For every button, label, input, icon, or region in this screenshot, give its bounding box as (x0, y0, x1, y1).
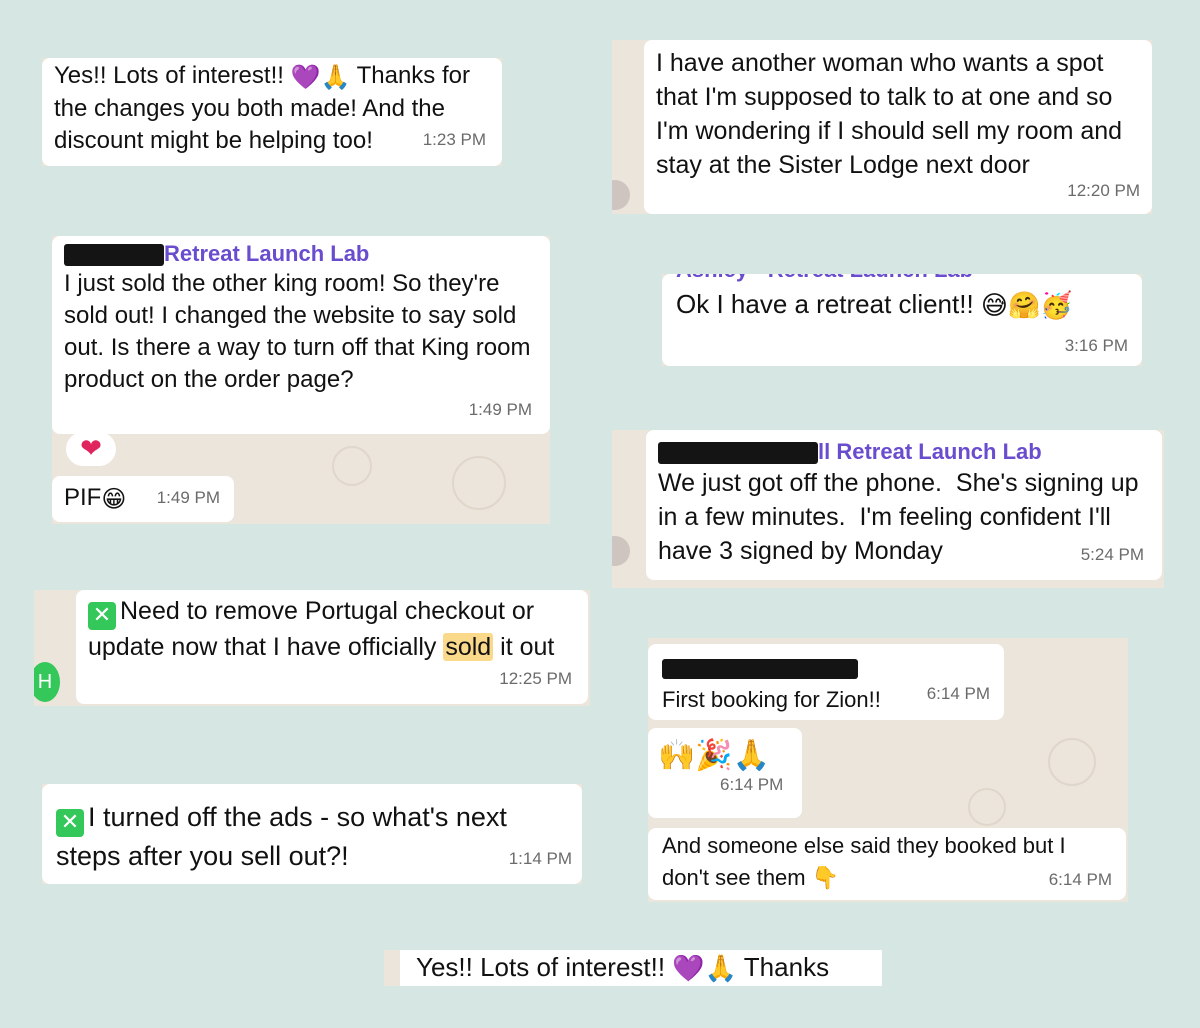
message-bubble: Yes!! Lots of interest!! 💜🙏 Thanks for t… (42, 58, 502, 166)
sender-line: ll Retreat Launch Lab (658, 438, 1150, 466)
message-text: First booking for Zion!! (662, 687, 881, 712)
screenshot-lots-of-interest: Yes!! Lots of interest!! 💜🙏 Thanks for t… (42, 58, 502, 166)
sender-group-name: ll Retreat Launch Lab (818, 439, 1042, 464)
message-bubble: ✕ I turned off the ads - so what's next s… (42, 784, 582, 884)
screenshot-zion-booking: First booking for Zion!! 6:14 PM 🙌🎉🙏 6:1… (648, 638, 1128, 902)
screenshot-another-woman: I have another woman who wants a spot th… (612, 40, 1152, 214)
sender-line-cropped: Ashley - Retreat Launch Lab (676, 274, 973, 284)
avatar (612, 536, 630, 566)
message-time: 1:23 PM (422, 130, 486, 149)
message-time: 1:14 PM (508, 849, 572, 868)
sweat-smile-hug-party-icons: 😅🤗🥳 (980, 291, 1073, 322)
screenshot-signing-up: ll Retreat Launch Lab We just got off th… (612, 430, 1164, 588)
message-time: 5:24 PM (1080, 545, 1144, 564)
screenshot-retreat-client: Ashley - Retreat Launch Lab Ok I have a … (662, 274, 1142, 366)
message-time: 3:16 PM (1064, 336, 1128, 355)
redacted-name (64, 244, 164, 267)
avatar-h: H (34, 662, 60, 702)
message-text-start: Yes!! Lots of interest!! (54, 62, 291, 89)
wallpaper-doodle (452, 456, 506, 510)
message-text: Ok I have a retreat client!! (676, 289, 981, 319)
message-time: 12:20 PM (1067, 181, 1140, 200)
screenshot-king-room: Retreat Launch Lab I just sold the other… (52, 236, 550, 524)
folded-hands-icon: 🙏 (320, 62, 351, 91)
message-text: I have another woman who wants a spot th… (656, 49, 1130, 179)
message-bubble: First booking for Zion!! 6:14 PM (648, 644, 1004, 720)
message-text: And someone else said they booked but I … (662, 833, 1072, 890)
wallpaper-doodle (332, 446, 372, 486)
message-bubble: And someone else said they booked but I … (648, 828, 1126, 900)
screenshot-turned-off-ads: ✕ I turned off the ads - so what's next s… (42, 784, 582, 884)
message-text: We just got off the phone. She's signing… (658, 469, 1146, 565)
cross-mark-checkbox-icon: ✕ (56, 809, 84, 837)
reply-time: 1:49 PM (156, 488, 220, 507)
red-heart-icon: ❤ (80, 434, 102, 464)
message-bubble: Yes!! Lots of interest!! 💜🙏 Thanks (400, 950, 882, 986)
message-bubble: ll Retreat Launch Lab We just got off th… (646, 430, 1162, 580)
pointing-down-icon: 👇 (811, 866, 840, 892)
screenshot-portugal-checkout: H ✕ Need to remove Portugal checkout or u… (34, 590, 590, 706)
redacted-name (658, 442, 818, 465)
purple-heart-icon: 💜 (290, 62, 321, 91)
message-time: 6:14 PM (1048, 870, 1112, 889)
sender-group-name: Retreat Launch Lab (164, 241, 370, 266)
message-text-end: it out (493, 633, 555, 661)
message-time: 1:49 PM (468, 400, 532, 419)
folded-hands-icon: 🙏 (704, 954, 738, 985)
wallpaper-doodle (968, 788, 1006, 826)
purple-heart-icon: 💜 (672, 954, 705, 985)
message-bubble: Ashley - Retreat Launch Lab Ok I have a … (662, 274, 1142, 366)
cross-mark-checkbox-icon: ✕ (88, 602, 116, 630)
message-bubble: Retreat Launch Lab I just sold the other… (52, 236, 550, 434)
message-bubble: ✕ Need to remove Portugal checkout or upd… (76, 590, 588, 704)
screenshot-lots-of-interest-cropped: Yes!! Lots of interest!! 💜🙏 Thanks (384, 950, 882, 986)
reply-text: PIF (64, 484, 102, 511)
emoji-time: 6:14 PM (720, 775, 784, 794)
collage-canvas: { "colors": {"background":"#d5e6e3","cha… (0, 0, 1200, 1028)
message-text: I turned off the ads - so what's next st… (56, 802, 515, 871)
message-time: 6:14 PM (926, 684, 990, 703)
message-bubble: I have another woman who wants a spot th… (644, 40, 1152, 214)
grinning-face-icon: 😁 (101, 484, 127, 513)
emoji-bubble: 🙌🎉🙏 6:14 PM (648, 728, 802, 818)
message-text-start: Yes!! Lots of interest!! (416, 952, 673, 982)
reply-bubble: PIF😁 1:49 PM (52, 476, 234, 522)
avatar (612, 180, 630, 210)
reaction-chip[interactable]: ❤ (66, 432, 116, 466)
redacted-name (662, 659, 858, 680)
message-time: 12:25 PM (499, 669, 572, 688)
message-text-end: Thanks (737, 952, 830, 982)
message-text: I just sold the other king room! So they… (64, 270, 538, 393)
wallpaper-doodle (1048, 738, 1096, 786)
highlighted-word: sold (443, 633, 494, 661)
sender-line: Retreat Launch Lab (64, 240, 538, 268)
